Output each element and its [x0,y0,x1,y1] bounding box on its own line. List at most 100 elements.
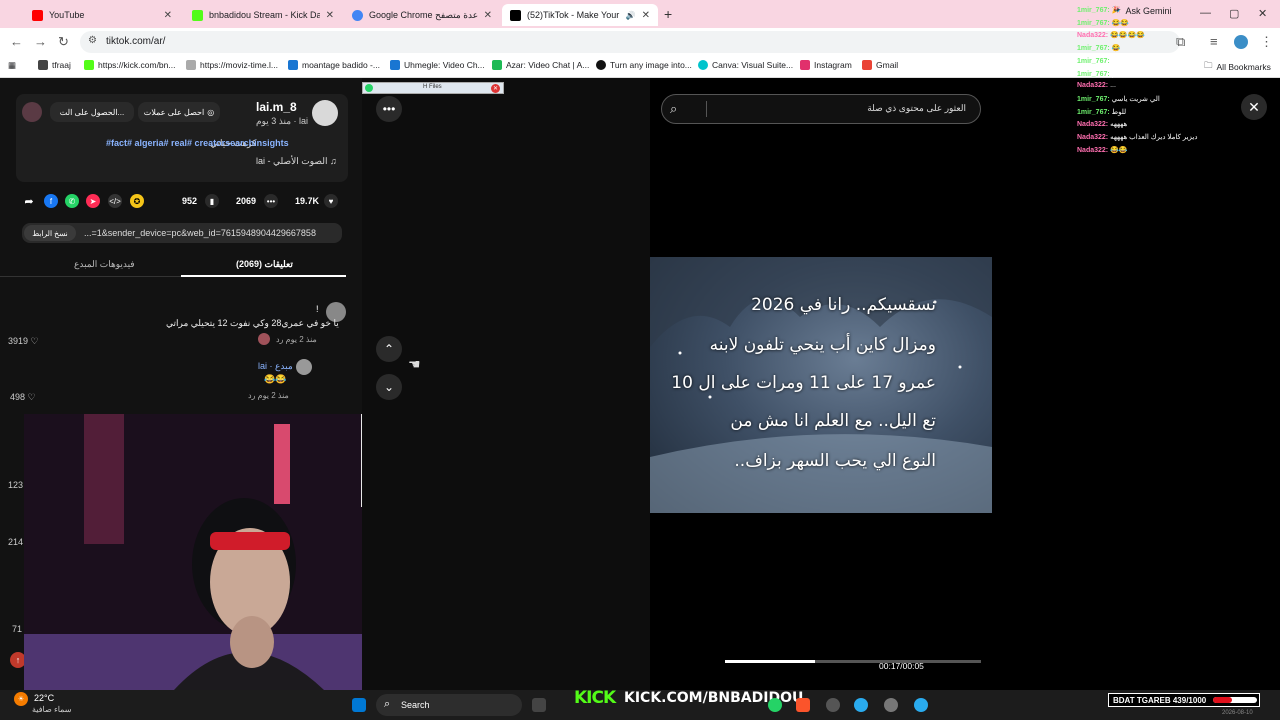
brave-icon[interactable] [796,698,810,712]
speaker-icon[interactable]: 🔊 [626,11,636,20]
coin-gift-icon[interactable]: ✪ [130,194,144,208]
bookmark-item[interactable]: Gmail [862,60,898,70]
tab-creator-videos[interactable]: فيديوهات المبدع [74,259,135,270]
chat-username[interactable]: 1mir_767: [1077,109,1112,116]
heart-icon[interactable]: ♥ [324,194,338,208]
chat-message: 1mir_767: 😂😂 [1077,19,1129,27]
minimize-button[interactable]: — [1200,7,1211,19]
menu-icon[interactable]: ⋮ [1260,34,1273,50]
previous-video-button[interactable]: ⌃ [376,336,402,362]
profile-avatar[interactable] [1234,35,1248,49]
ask-gemini-button[interactable]: ✦ Ask Gemini [1114,5,1172,16]
tab-title: bnbadidou Stream - Kick Dashb [209,10,320,20]
url-bar[interactable]: ⚙ tiktok.com/ar/ [80,31,1180,53]
chat-username[interactable]: 1mir_767: [1077,7,1112,14]
chat-username[interactable]: Nada322: [1077,134,1110,141]
bookmark-icon [492,60,502,70]
taskbar-search[interactable]: ⌕ Search [376,694,522,716]
reload-icon[interactable]: ↻ [58,34,69,50]
share-icon[interactable]: ➦ [22,194,36,208]
windows-start-icon[interactable] [352,698,366,712]
chat-username[interactable]: 1mir_767: [1077,71,1112,78]
reply-like[interactable]: 498 ♡ [10,392,36,403]
new-tab-button[interactable]: + [664,6,672,22]
bookmark-item[interactable]: Uhmegle: Video Ch... [390,60,485,70]
bookmark-item[interactable]: Azar: Video Chat | A... [492,60,589,70]
chat-username[interactable]: Nada322: [1077,147,1110,154]
facebook-icon[interactable]: f [44,194,58,208]
settings-icon[interactable] [826,698,840,712]
telegram-icon[interactable]: ➤ [86,194,100,208]
more-options-button[interactable]: ••• [376,96,402,122]
embed-icon[interactable]: </> [108,194,122,208]
extensions-icon[interactable]: ⧉ [1176,34,1185,50]
forward-icon[interactable]: → [34,34,47,49]
post-sound[interactable]: ♫ الصوت الأصلي - lai [256,156,337,167]
close-icon[interactable]: ✕ [326,10,334,21]
get-button[interactable]: الحصول على الت... [50,102,134,122]
close-icon[interactable]: ✕ [484,10,492,21]
bookmark-item[interactable]: https://kick.com/bn... [84,60,175,70]
video-caption-line: تع اليل.. مع العلم انا مش من [730,411,936,431]
comment-icon[interactable]: ••• [264,194,278,208]
chat-username[interactable]: 1mir_767: [1077,20,1112,27]
chat-username[interactable]: 1mir_767: [1077,58,1112,65]
post-hashtags[interactable]: #fact# algeria# real# creatorsearchinsig… [106,138,289,148]
reply-meta[interactable]: منذ 2 يوم رد [248,391,289,400]
close-window-button[interactable]: ✕ [1258,7,1267,20]
weather-icon[interactable]: ☀ [14,692,28,706]
whatsapp-icon[interactable]: ✆ [65,194,79,208]
maximize-button[interactable]: ▢ [1229,7,1239,20]
apps-icon[interactable]: ▦ [8,60,16,71]
all-bookmarks[interactable]: 🗀 All Bookmarks [1204,60,1271,74]
task-view-icon[interactable] [532,698,546,712]
chat-username[interactable]: Nada322: [1077,121,1110,128]
comment-meta[interactable]: منذ 2 يوم رد [276,335,317,344]
viewer-avatar[interactable] [22,102,42,122]
chat-text: ههههه [1110,121,1128,129]
video-caption-line: عمرو 17 على 11 ومرات على ال 10 [671,373,936,393]
chat-username[interactable]: Nada322: [1077,82,1110,89]
progress-track[interactable] [725,660,981,663]
bookmark-icon[interactable]: ▮ [205,194,219,208]
author-username[interactable]: lai.m_8 [256,100,297,114]
telegram-icon[interactable] [914,698,928,712]
chat-username[interactable]: Nada322: [1077,32,1110,39]
bookmark-item[interactable]: Instagram [800,60,852,70]
chat-username[interactable]: 1mir_767: [1077,96,1112,103]
chat-username[interactable]: 1mir_767: [1077,45,1112,52]
tab-kick[interactable]: bnbadidou Stream - Kick Dashb ✕ [184,4,342,26]
site-info-icon[interactable]: ⚙ [88,35,97,46]
media-icon[interactable]: ≡ [1210,34,1218,49]
comment-text: يا خو في عمري28 وكي نفوت 12 يتحيلي مراتي [166,318,339,328]
comment-like[interactable]: 3919 ♡ [8,336,39,347]
back-icon[interactable]: ← [10,34,23,49]
close-icon[interactable]: ✕ [164,10,172,21]
tab-comments[interactable]: تعليقات (2069) [236,259,293,270]
tab-chrome-help[interactable]: Google Chrome مساعدة متصفح ✕ [344,4,500,26]
mini-window[interactable]: H Files ✕ [362,82,504,94]
bookmark-item[interactable]: Turn any image into... [596,60,692,70]
creator-avatar[interactable] [296,359,312,375]
close-icon[interactable]: ✕ [642,10,650,21]
chat-message: Nada322: ديزير كاملا ديرك العذاب ههههه [1077,133,1197,141]
close-video-button[interactable]: ✕ [1241,94,1267,120]
author-avatar[interactable] [312,100,338,126]
chrome-icon[interactable] [884,698,898,712]
related-search-input[interactable]: ⌕ العثور على محتوى ذي صلة [661,94,981,124]
close-icon[interactable]: ✕ [491,84,500,93]
get-coins-button[interactable]: احصل على عملات ◎ [138,102,220,122]
tab-tiktok[interactable]: (52)TikTok - Make Your Day 🔊 ✕ [502,4,658,26]
share-link-text[interactable]: ...=1&sender_device=pc&web_id=7615948904… [84,228,316,238]
whatsapp-icon[interactable] [768,698,782,712]
bookmark-item[interactable]: https://moviz-time.l... [186,60,278,70]
tab-youtube[interactable]: YouTube ✕ [24,4,180,26]
youtube-icon [32,9,43,21]
copy-link-button[interactable]: نسخ الرابط [24,225,76,241]
bookmark-item[interactable]: moantage badido -... [288,60,380,70]
next-video-button[interactable]: ⌄ [376,374,402,400]
telegram-icon[interactable] [854,698,868,712]
bookmark-item[interactable]: tfraaj [38,60,71,70]
heart-outline-icon: ♡ [30,336,39,346]
bookmark-item[interactable]: Canva: Visual Suite... [698,60,793,70]
